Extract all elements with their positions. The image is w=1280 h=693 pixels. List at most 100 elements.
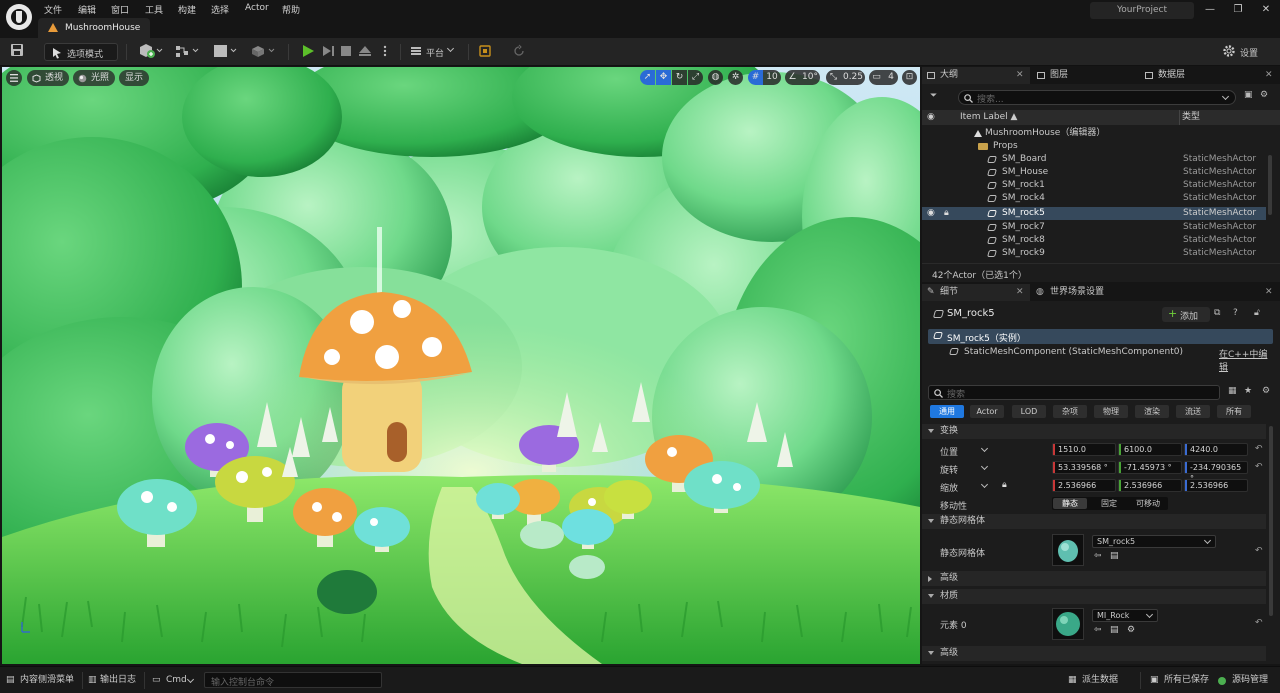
scale-x-field[interactable]: 2.536966: [1052, 479, 1116, 492]
rotation-snap-value[interactable]: 10°: [800, 70, 820, 85]
type-column[interactable]: 类型: [1182, 110, 1200, 125]
menu-help[interactable]: 帮助: [282, 3, 300, 16]
list-item[interactable]: SM_Board StaticMeshActor: [922, 153, 1266, 166]
settings-button[interactable]: 设置: [1222, 43, 1272, 61]
help-icon[interactable]: ?: [1233, 308, 1247, 321]
advanced-section-2[interactable]: 高级: [922, 646, 1266, 661]
rotation-snap-icon[interactable]: ∠: [785, 70, 800, 85]
close-panel-icon[interactable]: ✕: [1265, 287, 1273, 297]
list-item[interactable]: SM_rock1 StaticMeshActor: [922, 179, 1266, 192]
favorites-star-icon[interactable]: ★: [1244, 386, 1256, 396]
derived-data-button[interactable]: ▦ 派生数据: [1068, 672, 1126, 689]
blueprint-icon[interactable]: [174, 43, 200, 61]
item-label-column[interactable]: Item Label ▲: [960, 110, 1017, 125]
scale-tool-icon[interactable]: ⤢: [688, 70, 703, 85]
filter-icon[interactable]: ⏷: [930, 91, 948, 103]
rotation-x-field[interactable]: 53.339568 °: [1052, 461, 1116, 474]
use-selected-arrow-icon[interactable]: ⇦: [1094, 551, 1102, 561]
rotation-z-field[interactable]: -234.790365 °: [1184, 461, 1248, 483]
list-item[interactable]: SM_rock4 StaticMeshActor: [922, 192, 1266, 205]
component-row[interactable]: StaticMeshComponent (StaticMeshComponent…: [928, 345, 1273, 373]
list-item-selected[interactable]: ◉ 🔒︎ SM_rock5 StaticMeshActor: [922, 207, 1266, 220]
surface-snap-icon[interactable]: ✲: [728, 70, 743, 85]
menu-build[interactable]: 构建: [178, 3, 196, 16]
menu-select[interactable]: 选择: [211, 3, 229, 16]
document-tab[interactable]: MushroomHouse: [38, 18, 150, 38]
static-mesh-category[interactable]: 静态网格体: [922, 514, 1266, 529]
translate-tool-icon[interactable]: ✥: [656, 70, 671, 85]
close-tab-icon[interactable]: ✕: [1016, 67, 1024, 84]
filter-all[interactable]: 所有: [1217, 405, 1251, 418]
reset-arrow-icon[interactable]: ↶: [1255, 444, 1263, 454]
save-icon[interactable]: [10, 43, 24, 61]
refresh-icon[interactable]: [512, 43, 526, 61]
edit-cpp-link[interactable]: 在C++中编辑: [1219, 347, 1273, 373]
world-space-icon[interactable]: ◍: [708, 70, 723, 85]
materials-category[interactable]: 材质: [922, 589, 1266, 604]
rotation-y-field[interactable]: -71.45973 °: [1118, 461, 1182, 474]
viewport-menu-button[interactable]: [6, 70, 22, 86]
menu-tools[interactable]: 工具: [145, 3, 163, 16]
blueprint-compile-icon[interactable]: [478, 43, 492, 61]
filter-general[interactable]: 通用: [930, 405, 964, 418]
filter-lod[interactable]: LOD: [1012, 405, 1046, 418]
close-panel-icon[interactable]: ✕: [1265, 70, 1273, 80]
tab-world-settings[interactable]: ◍ 世界场景设置: [1032, 284, 1162, 301]
location-mode-dropdown[interactable]: [974, 443, 996, 456]
list-item[interactable]: SM_rock7 StaticMeshActor: [922, 221, 1266, 234]
use-selected-arrow-icon[interactable]: ⇦: [1094, 625, 1102, 635]
platform-dropdown[interactable]: 平台: [410, 43, 462, 61]
reset-arrow-icon[interactable]: ↶: [1255, 618, 1263, 628]
outliner-search-input[interactable]: 搜索...: [958, 90, 1236, 105]
folder-row[interactable]: Props: [922, 140, 1266, 153]
scale-snap-value[interactable]: 0.25: [841, 70, 865, 85]
cinematics-icon[interactable]: [212, 43, 238, 61]
menu-window[interactable]: 窗口: [111, 3, 129, 16]
scale-snap-icon[interactable]: ⤡: [826, 70, 841, 85]
console-command-input[interactable]: 输入控制台命令: [204, 672, 382, 688]
scale-z-field[interactable]: 2.536966: [1184, 479, 1248, 492]
add-component-button[interactable]: + 添加: [1162, 307, 1210, 322]
add-content-icon[interactable]: [138, 43, 164, 61]
mobility-static[interactable]: 静态: [1053, 498, 1087, 509]
tab-details[interactable]: ✎ 细节 ✕: [922, 284, 1030, 301]
perspective-button[interactable]: 透视: [27, 70, 69, 86]
lighting-button[interactable]: 光照: [73, 70, 115, 86]
filter-rendering[interactable]: 渲染: [1135, 405, 1169, 418]
filter-actor[interactable]: Actor: [970, 405, 1004, 418]
location-x-field[interactable]: 1510.0: [1052, 443, 1116, 456]
menu-edit[interactable]: 编辑: [78, 3, 96, 16]
menu-actor[interactable]: Actor: [245, 3, 269, 13]
add-folder-icon[interactable]: ▣: [1244, 90, 1256, 102]
show-button[interactable]: 显示: [119, 70, 149, 86]
instance-row[interactable]: SM_rock5（实例）: [928, 329, 1273, 344]
camera-speed-icon[interactable]: ▭: [869, 70, 884, 85]
details-search-input[interactable]: 搜索: [928, 385, 1220, 400]
rotation-mode-dropdown[interactable]: [974, 461, 996, 474]
settings-gear-icon[interactable]: ⚙: [1260, 90, 1272, 102]
lock-icon[interactable]: 🔒︎: [944, 207, 949, 220]
actor-name-field[interactable]: SM_rock5: [947, 308, 995, 319]
source-control-button[interactable]: 源码管理: [1218, 672, 1276, 689]
reset-arrow-icon[interactable]: ↶: [1255, 546, 1263, 556]
browse-asset-icon[interactable]: ▤: [1110, 551, 1119, 561]
advanced-section[interactable]: 高级: [922, 571, 1266, 586]
filter-streaming[interactable]: 流送: [1176, 405, 1210, 418]
location-z-field[interactable]: 4240.0: [1184, 443, 1248, 456]
list-item[interactable]: SM_rock9 StaticMeshActor: [922, 247, 1266, 260]
filter-physics[interactable]: 物理: [1094, 405, 1128, 418]
reset-arrow-icon[interactable]: ↶: [1255, 462, 1263, 472]
list-item[interactable]: SM_House StaticMeshActor: [922, 166, 1266, 179]
unreal-logo-icon[interactable]: [6, 4, 32, 30]
mobility-movable[interactable]: 可移动: [1130, 498, 1166, 509]
lock-icon[interactable]: 🔓︎: [1254, 308, 1268, 321]
rotate-tool-icon[interactable]: ↻: [672, 70, 687, 85]
mode-dropdown[interactable]: 选项模式: [44, 43, 118, 61]
mobility-stationary[interactable]: 固定: [1092, 498, 1126, 509]
material-thumbnail[interactable]: [1052, 608, 1084, 640]
property-matrix-icon[interactable]: ▦: [1228, 386, 1240, 396]
filter-misc[interactable]: 杂项: [1053, 405, 1087, 418]
visibility-eye-icon[interactable]: ◉: [927, 110, 935, 125]
grid-snap-icon[interactable]: #: [748, 70, 763, 85]
material-options-icon[interactable]: ⚙: [1127, 625, 1135, 635]
